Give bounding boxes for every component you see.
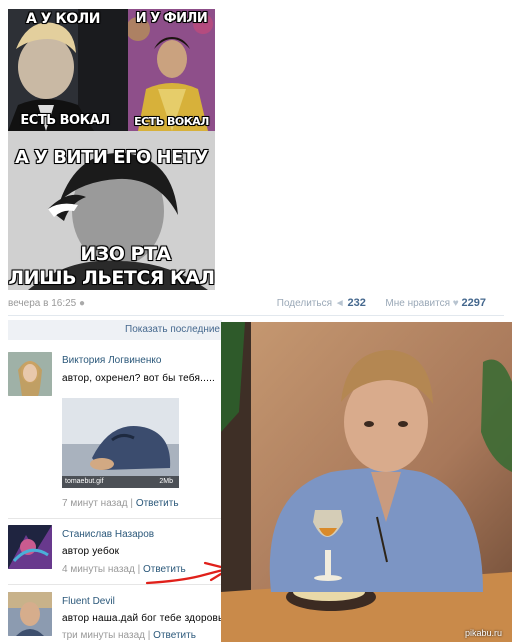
comment-time[interactable]: 7 минут назад (62, 498, 128, 509)
avatar[interactable] (8, 592, 52, 636)
meme-caption-fili-bottom: ЕСТЬ ВОКАЛ (134, 115, 209, 128)
share-link[interactable]: Поделиться (277, 298, 332, 309)
comment-text: автор наша.дай бог тебе здоровья (62, 613, 230, 624)
comment-text: автор, охренел? вот бы тебя..... (62, 373, 216, 384)
gif-label-bar: tomaebut.gif 2Mb (62, 476, 179, 488)
comment-time[interactable]: три минуты назад (62, 630, 145, 641)
comment-time[interactable]: 4 минуты назад (62, 564, 135, 575)
meme-caption-koli-bottom: ЕСТЬ ВОКАЛ (20, 113, 110, 128)
post-meta-bar: вечера в 16:25 ● Поделиться ◄ 232 Мне нр… (8, 296, 486, 312)
like-count: 2297 (461, 297, 486, 309)
comment-author[interactable]: Fluent Devil (62, 596, 115, 607)
watermark: pikabu.ru (464, 628, 502, 638)
footer-divider: | (130, 498, 134, 509)
meme-caption-koli: А У КОЛИ (25, 11, 101, 27)
show-previous-label: Показать последние (125, 324, 220, 335)
heart-icon: ♥ (452, 298, 459, 309)
meme-caption-bottom-line1: ИЗО РТА (80, 243, 171, 265)
boy-photo (221, 322, 512, 642)
post-divider (8, 315, 504, 316)
meme-panel-fili: И У ФИЛИ ЕСТЬ ВОКАЛ (128, 9, 215, 131)
meme-caption-viti: А У ВИТИ ЕГО НЕТУ (14, 147, 209, 168)
meme-panel-viti: А У ВИТИ ЕГО НЕТУ ИЗО РТА ЛИШЬ ЛЬЕТСЯ КА… (8, 131, 215, 290)
gif-attachment[interactable]: tomaebut.gif 2Mb (62, 398, 179, 488)
comment-footer: 7 минут назад | Ответить (62, 498, 179, 509)
show-previous-comments[interactable]: Показать последние (8, 320, 222, 340)
avatar[interactable] (8, 525, 52, 569)
apple-icon: ● (79, 298, 86, 309)
meme-panel-koli: А У КОЛИ ЕСТЬ ВОКАЛ (8, 9, 128, 131)
fili-portrait (128, 9, 215, 131)
reply-link[interactable]: Ответить (136, 498, 179, 509)
comment-author[interactable]: Станислав Назаров (62, 529, 154, 540)
like-link[interactable]: Мне нравится (385, 298, 450, 309)
gif-filename: tomaebut.gif (65, 478, 104, 485)
comment-author[interactable]: Виктория Логвиненко (62, 355, 161, 366)
meme-image[interactable]: А У КОЛИ ЕСТЬ ВОКАЛ И У ФИЛИ ЕСТЬ ВОКАЛ … (8, 9, 215, 290)
gif-size: 2Mb (159, 478, 173, 485)
post-time-text: вечера в 16:25 (8, 298, 77, 309)
overlay-photo[interactable]: pikabu.ru (221, 322, 512, 642)
comment-text: автор уебок (62, 546, 120, 557)
post-time[interactable]: вечера в 16:25 ● (8, 298, 85, 309)
megaphone-icon: ◄ (334, 298, 345, 309)
meme-caption-fili: И У ФИЛИ (135, 11, 208, 26)
avatar[interactable] (8, 352, 52, 396)
footer-divider: | (147, 630, 151, 641)
reply-link[interactable]: Ответить (153, 630, 196, 641)
comment-separator (8, 518, 222, 519)
meme-caption-bottom-line2: ЛИШЬ ЛЬЕТСЯ КАЛ (8, 267, 215, 289)
footer-divider: | (137, 564, 141, 575)
comment-footer: три минуты назад | Ответить (62, 630, 196, 641)
share-count: 232 (347, 297, 366, 309)
